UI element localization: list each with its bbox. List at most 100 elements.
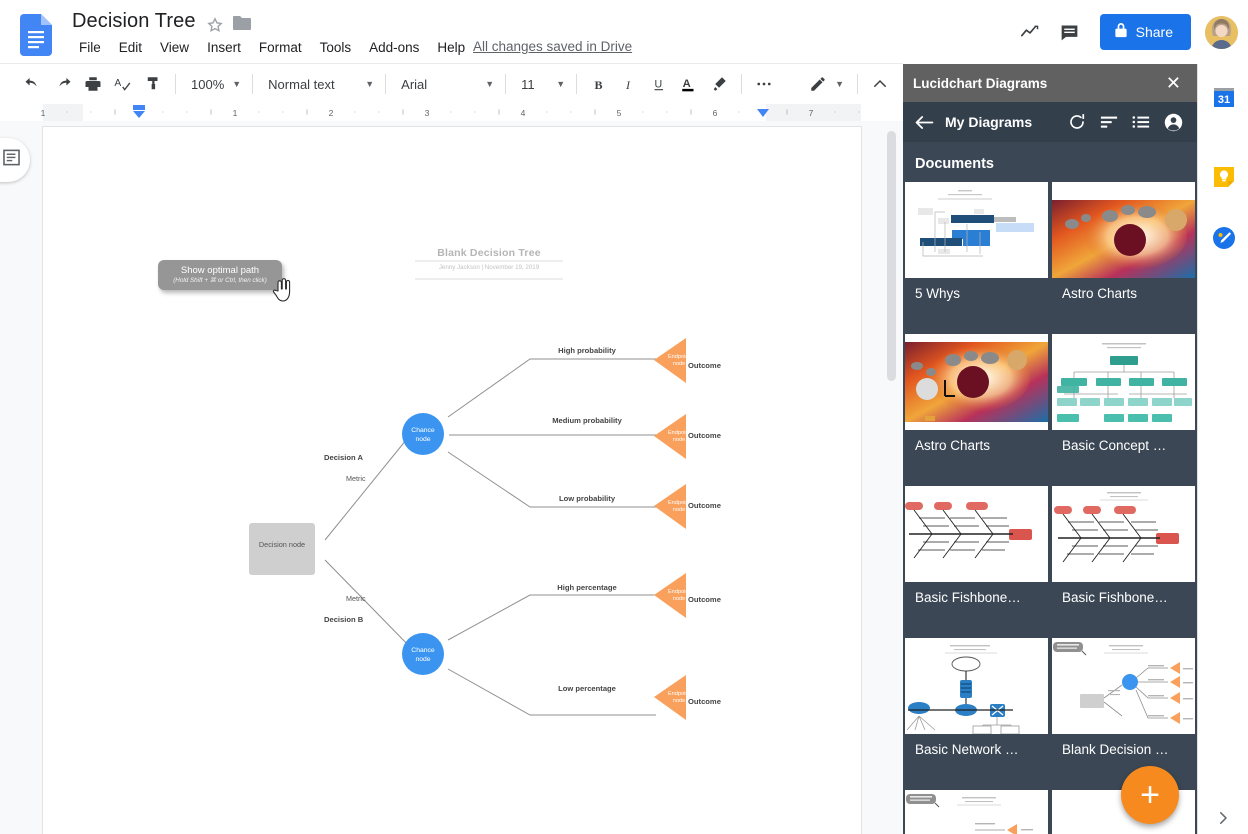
toolbar-divider <box>857 74 858 94</box>
menu-edit[interactable]: Edit <box>110 37 151 58</box>
zoom-select[interactable]: 100% ▼ <box>183 70 245 98</box>
document-card[interactable]: Basic Fishbone… <box>1052 486 1195 634</box>
document-card[interactable]: Basic Fishbone… <box>905 486 1048 634</box>
activity-dashboard-icon[interactable] <box>1010 12 1050 52</box>
menu-tools[interactable]: Tools <box>311 37 361 58</box>
svg-text:3: 3 <box>425 108 430 118</box>
svg-text:Metric: Metric <box>346 474 366 483</box>
document-card[interactable]: Astro Charts <box>905 334 1048 482</box>
menu-view[interactable]: View <box>151 37 198 58</box>
sort-icon[interactable] <box>1099 112 1119 132</box>
section-title: Documents <box>903 142 1197 182</box>
tooltip-hint: (Hold Shift + ⌘ or Ctrl, then click) <box>173 276 267 285</box>
card-title: Basic Fishbone… <box>905 582 1048 605</box>
zoom-value: 100% <box>191 77 224 92</box>
card-thumbnail <box>905 486 1048 582</box>
save-status[interactable]: All changes saved in Drive <box>473 39 632 54</box>
svg-text:B: B <box>594 77 602 91</box>
chevron-down-icon: ▼ <box>365 79 374 89</box>
font-family-select[interactable]: Arial ▼ <box>393 70 498 98</box>
svg-text:A: A <box>114 78 121 89</box>
document-card[interactable]: Basic Network … <box>905 638 1048 786</box>
card-thumbnail <box>1052 334 1195 430</box>
menu-format[interactable]: Format <box>250 37 311 58</box>
document-scrollbar[interactable] <box>887 131 896 381</box>
editing-mode-select[interactable]: ▼ <box>801 70 848 98</box>
svg-text:6: 6 <box>713 108 718 118</box>
share-button[interactable]: Share <box>1100 14 1191 50</box>
keep-icon[interactable] <box>1212 165 1236 189</box>
menu-bar: File Edit View Insert Format Tools Add-o… <box>70 37 474 58</box>
list-view-icon[interactable] <box>1131 112 1151 132</box>
document-card[interactable]: 5 Whys <box>905 182 1048 330</box>
star-icon[interactable] <box>205 15 225 35</box>
document-page[interactable]: Decision node Chance node Chance node <box>43 127 861 834</box>
font-size-select[interactable]: 11 ▼ <box>513 70 569 98</box>
share-label: Share <box>1136 24 1173 40</box>
tasks-icon[interactable] <box>1212 226 1236 250</box>
hide-menus-icon[interactable] <box>865 69 895 99</box>
svg-text:Low probability: Low probability <box>559 494 616 503</box>
svg-text:2: 2 <box>329 108 334 118</box>
svg-text:Outcome: Outcome <box>688 361 721 370</box>
move-to-folder-icon[interactable] <box>232 15 252 35</box>
print-icon[interactable] <box>78 69 108 99</box>
italic-button[interactable]: I <box>614 69 644 99</box>
expand-rail-icon[interactable] <box>1214 809 1234 829</box>
document-canvas: Decision node Chance node Chance node <box>0 121 903 834</box>
side-apps-rail: 31 <box>1197 64 1248 834</box>
card-title: Basic Network … <box>905 734 1048 757</box>
highlight-color-button[interactable] <box>704 69 734 99</box>
menu-insert[interactable]: Insert <box>198 37 250 58</box>
document-outline-toggle[interactable] <box>0 138 30 182</box>
svg-text:Decision A: Decision A <box>324 453 363 462</box>
redo-icon[interactable] <box>48 69 78 99</box>
document-title[interactable]: Decision Tree <box>72 10 196 33</box>
undo-icon[interactable] <box>18 69 48 99</box>
document-card[interactable]: Blank Decision … <box>1052 638 1195 786</box>
svg-text:Decision node: Decision node <box>259 540 305 549</box>
ruler[interactable]: 1 1 2 3 4 5 6 7 <box>0 104 903 121</box>
account-icon[interactable] <box>1163 112 1183 132</box>
svg-text:Medium probability: Medium probability <box>552 416 622 425</box>
decision-tree-diagram[interactable]: Decision node Chance node Chance node <box>43 127 861 834</box>
document-card[interactable]: Astro Charts <box>1052 182 1195 330</box>
more-options-icon[interactable] <box>749 69 779 99</box>
plus-icon: + <box>1140 778 1160 812</box>
panel-header: Lucidchart Diagrams ✕ <box>903 64 1197 102</box>
paragraph-style-select[interactable]: Normal text ▼ <box>260 70 378 98</box>
header-actions: Share <box>1010 12 1238 52</box>
svg-text:node: node <box>673 698 685 704</box>
svg-text:1: 1 <box>233 108 238 118</box>
toolbar-divider <box>741 74 742 94</box>
document-card[interactable]: Basic Concept … <box>1052 334 1195 482</box>
panel-breadcrumb[interactable]: My Diagrams <box>945 114 1067 130</box>
card-thumbnail <box>1052 486 1195 582</box>
underline-button[interactable]: U <box>644 69 674 99</box>
outline-icon <box>2 148 21 172</box>
font-size-value: 11 <box>521 77 535 92</box>
text-color-button[interactable]: A <box>674 69 704 99</box>
menu-addons[interactable]: Add-ons <box>360 37 428 58</box>
close-icon[interactable]: ✕ <box>1162 72 1185 94</box>
svg-text:Low percentage: Low percentage <box>558 684 616 693</box>
comments-icon[interactable] <box>1050 12 1090 52</box>
card-thumbnail <box>905 182 1048 278</box>
svg-text:node: node <box>673 507 685 513</box>
menu-file[interactable]: File <box>70 37 110 58</box>
back-arrow-icon[interactable] <box>915 115 934 130</box>
refresh-icon[interactable] <box>1067 112 1087 132</box>
calendar-icon[interactable]: 31 <box>1212 85 1236 109</box>
svg-text:U: U <box>654 78 662 90</box>
create-diagram-button[interactable]: + <box>1121 766 1179 824</box>
spellcheck-icon[interactable]: A <box>108 69 138 99</box>
paint-format-icon[interactable] <box>138 69 168 99</box>
google-docs-logo <box>20 14 52 56</box>
svg-text:node: node <box>415 436 430 443</box>
bold-button[interactable]: B <box>584 69 614 99</box>
app-header: Decision Tree File Edit View Insert Form… <box>0 0 1248 64</box>
document-card[interactable] <box>905 790 1048 834</box>
svg-text:A: A <box>683 78 691 90</box>
menu-help[interactable]: Help <box>428 37 474 58</box>
avatar[interactable] <box>1205 16 1238 49</box>
